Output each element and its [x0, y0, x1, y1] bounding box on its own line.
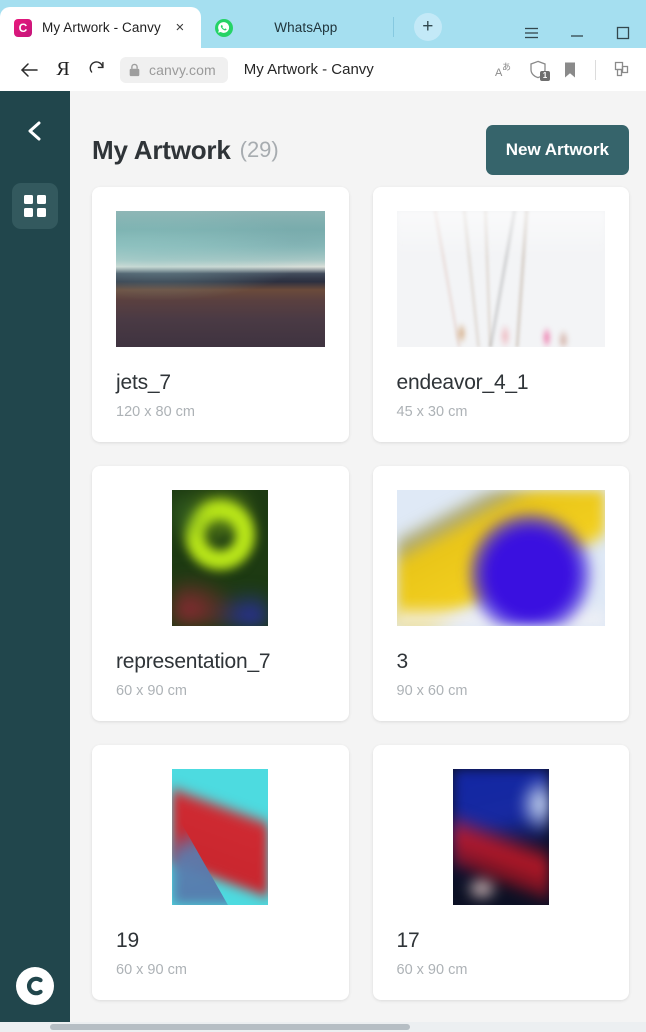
shield-icon[interactable]: 1 [523, 55, 553, 85]
window-controls [508, 8, 646, 48]
artwork-thumbnail-wrap [116, 769, 325, 905]
artwork-thumbnail-wrap [116, 211, 325, 347]
artwork-size: 60 x 90 cm [116, 683, 187, 699]
artwork-thumbnail [172, 769, 269, 905]
artwork-card[interactable]: 17 60 x 90 cm [372, 745, 629, 1000]
web-page: My Artwork (29) New Artwork jets_7 120 x… [0, 91, 646, 1022]
toolbar-divider [595, 59, 596, 80]
artwork-thumbnail-wrap [397, 769, 606, 905]
browser-titlebar: C My Artwork - Canvy × WhatsApp + [0, 0, 646, 48]
lock-icon [129, 63, 140, 76]
artwork-thumbnail [452, 769, 549, 905]
url-text: canvy.com [149, 61, 216, 78]
browser-toolbar: Я canvy.com My Artwork - Canvy Aあ 1 [0, 48, 646, 91]
artwork-card[interactable]: 3 90 x 60 cm [372, 466, 629, 721]
chevron-left-icon[interactable] [13, 109, 57, 153]
shield-badge: 1 [540, 70, 550, 81]
close-icon[interactable]: × [171, 19, 189, 37]
artwork-size: 90 x 60 cm [396, 683, 468, 699]
grid-icon [24, 195, 46, 217]
artwork-title: endeavor_4_1 [396, 371, 529, 394]
collections-icon[interactable] [606, 55, 636, 85]
tab-strip: C My Artwork - Canvy × WhatsApp + [0, 0, 508, 48]
sidebar-item-gallery[interactable] [12, 183, 58, 229]
artwork-thumbnail [396, 211, 605, 347]
app-sidebar [0, 91, 70, 1022]
toolbar-page-title: My Artwork - Canvy [243, 61, 374, 78]
menu-icon[interactable] [508, 18, 554, 48]
artwork-thumbnail [116, 211, 325, 347]
artwork-size: 60 x 90 cm [396, 962, 468, 978]
yandex-logo-icon[interactable]: Я [46, 55, 80, 85]
new-artwork-button[interactable]: New Artwork [485, 125, 629, 175]
artwork-size: 120 x 80 cm [116, 404, 195, 420]
toolbar-actions: Aあ 1 [491, 55, 636, 85]
artwork-card[interactable]: representation_7 60 x 90 cm [92, 466, 349, 721]
artwork-size: 45 x 30 cm [396, 404, 468, 420]
artwork-title: 19 [116, 929, 139, 952]
maximize-icon[interactable] [600, 18, 646, 48]
artwork-title: representation_7 [116, 650, 271, 673]
canvy-logo-icon[interactable] [16, 967, 54, 1005]
page-header: My Artwork (29) New Artwork [92, 113, 636, 187]
artwork-count: (29) [239, 137, 279, 162]
artwork-thumbnail [396, 490, 605, 626]
minimize-icon[interactable] [554, 18, 600, 48]
artwork-card[interactable]: 19 60 x 90 cm [92, 745, 349, 1000]
page-title: My Artwork [92, 134, 231, 165]
artwork-thumbnail-wrap [116, 490, 325, 626]
reload-icon[interactable] [80, 55, 114, 85]
tab-my-artwork[interactable]: C My Artwork - Canvy × [0, 7, 201, 48]
artwork-thumbnail-wrap [396, 490, 605, 626]
scrollbar-thumb[interactable] [50, 1024, 410, 1030]
browser-window: C My Artwork - Canvy × WhatsApp + Я canv… [0, 0, 646, 1032]
tab-divider [392, 17, 394, 37]
address-bar[interactable]: canvy.com [120, 56, 228, 83]
back-arrow-icon[interactable] [12, 55, 46, 85]
svg-text:あ: あ [502, 62, 511, 73]
new-tab-button[interactable]: + [413, 13, 442, 41]
artwork-title: 3 [396, 650, 409, 673]
tab-label: WhatsApp [274, 20, 338, 35]
artwork-title: 17 [396, 929, 420, 952]
artwork-thumbnail-wrap [396, 211, 605, 347]
artwork-grid: jets_7 120 x 80 cm endeavor_4_1 45 x 30 … [92, 187, 636, 1000]
horizontal-scrollbar[interactable] [0, 1022, 646, 1032]
artwork-size: 60 x 90 cm [116, 962, 187, 978]
translate-icon[interactable]: Aあ [491, 55, 521, 85]
tab-label: My Artwork - Canvy [42, 20, 161, 35]
artwork-card[interactable]: endeavor_4_1 45 x 30 cm [372, 187, 629, 442]
artwork-card[interactable]: jets_7 120 x 80 cm [92, 187, 349, 442]
bookmark-icon[interactable] [555, 55, 585, 85]
canvy-icon: C [14, 18, 32, 37]
main-content: My Artwork (29) New Artwork jets_7 120 x… [70, 91, 646, 1022]
artwork-title: jets_7 [116, 371, 171, 394]
whatsapp-icon [214, 18, 233, 37]
tab-whatsapp[interactable]: WhatsApp [201, 7, 381, 48]
artwork-thumbnail [172, 490, 269, 626]
